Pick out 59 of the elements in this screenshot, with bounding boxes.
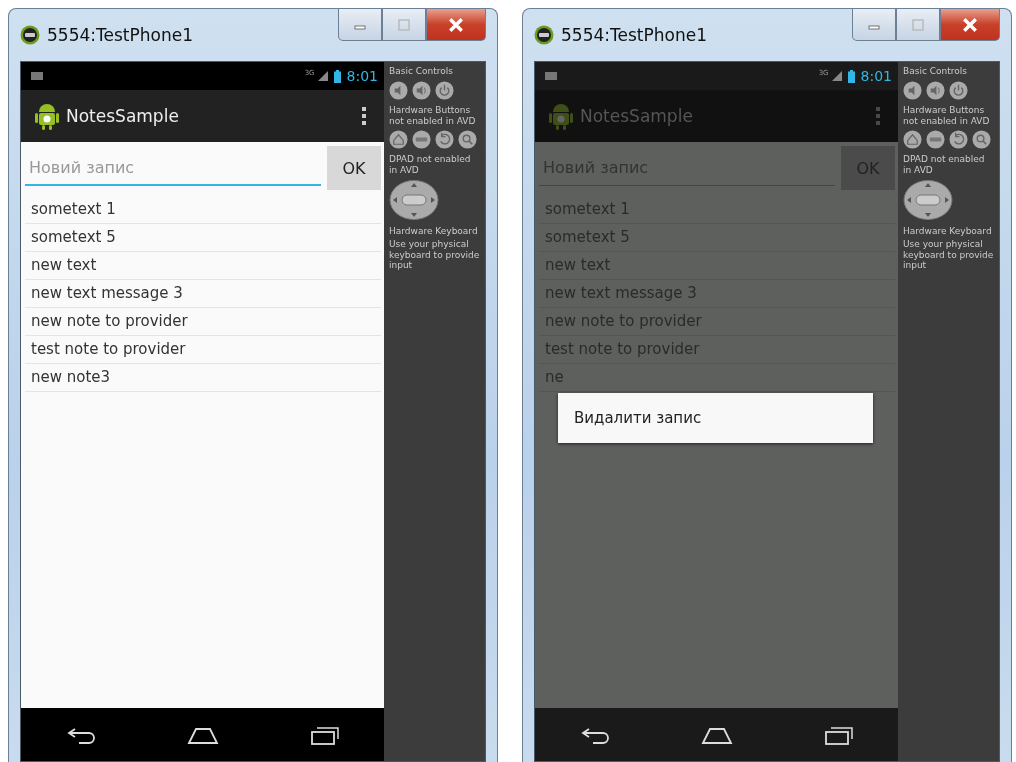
panel-hint: Use your physical keyboard to provide input [389,238,480,272]
keyboard-icon [31,72,43,80]
close-button[interactable] [940,9,1000,41]
emulator-app-icon [20,25,40,45]
menu-icon[interactable] [412,130,431,150]
dpad-icon[interactable] [389,180,439,220]
menu-icon[interactable] [926,130,945,150]
power-icon[interactable] [435,80,454,100]
note-item[interactable]: new text [25,252,381,280]
ok-button[interactable]: OK [327,146,381,190]
window-title: 5554:TestPhone1 [47,25,193,45]
search-icon[interactable] [458,130,477,150]
maximize-button[interactable] [896,9,940,41]
status-time: 8:01 [860,68,892,84]
window-title: 5554:TestPhone1 [561,25,707,45]
note-item[interactable]: sometext 5 [25,224,381,252]
signal-icon [317,71,328,81]
android-robot-icon [549,102,573,130]
panel-heading: Basic Controls [389,66,453,77]
panel-heading: Hardware Buttons not enabled in AVD [903,104,991,127]
panel-hint: Use your physical keyboard to provide input [903,238,994,272]
panel-heading: DPAD not enabled in AVD [903,154,986,176]
power-icon[interactable] [949,80,968,100]
overflow-menu-icon[interactable] [362,107,366,125]
close-icon [448,17,464,32]
maximize-icon [397,18,411,31]
keyboard-icon [545,72,557,80]
panel-heading: Basic Controls [903,66,967,77]
volume-up-icon[interactable] [412,80,431,100]
volume-up-icon[interactable] [926,80,945,100]
close-icon [962,17,978,32]
note-item[interactable]: new text message 3 [25,280,381,308]
panel-heading: Hardware Keyboard [903,226,992,237]
maximize-button[interactable] [382,9,426,41]
panel-heading: Hardware Buttons not enabled in AVD [389,104,477,127]
note-item[interactable]: new note3 [25,364,381,392]
note-item[interactable]: test note to provider [25,336,381,364]
maximize-icon [911,18,925,31]
emulator-app-icon [534,25,554,45]
volume-down-icon[interactable] [903,80,922,100]
panel-heading: DPAD not enabled in AVD [389,154,472,176]
note-input-field[interactable]: Новий запис [25,150,321,186]
battery-icon [333,69,341,83]
dpad-icon[interactable] [903,180,953,220]
minimize-button[interactable] [852,9,896,41]
minimize-button[interactable] [338,9,382,41]
battery-icon [847,69,855,83]
volume-down-icon[interactable] [389,80,408,100]
search-icon[interactable] [972,130,991,150]
android-robot-icon [35,102,59,130]
app-title: NotesSample [66,106,179,126]
close-button[interactable] [426,9,486,41]
note-item[interactable]: sometext 1 [25,196,381,224]
note-item[interactable]: new note to provider [25,308,381,336]
status-time: 8:01 [346,68,378,84]
signal-icon [831,71,842,81]
panel-heading: Hardware Keyboard [389,226,478,237]
app-title: NotesSample [580,106,693,126]
menu-item[interactable]: Видалити запис [558,393,873,443]
